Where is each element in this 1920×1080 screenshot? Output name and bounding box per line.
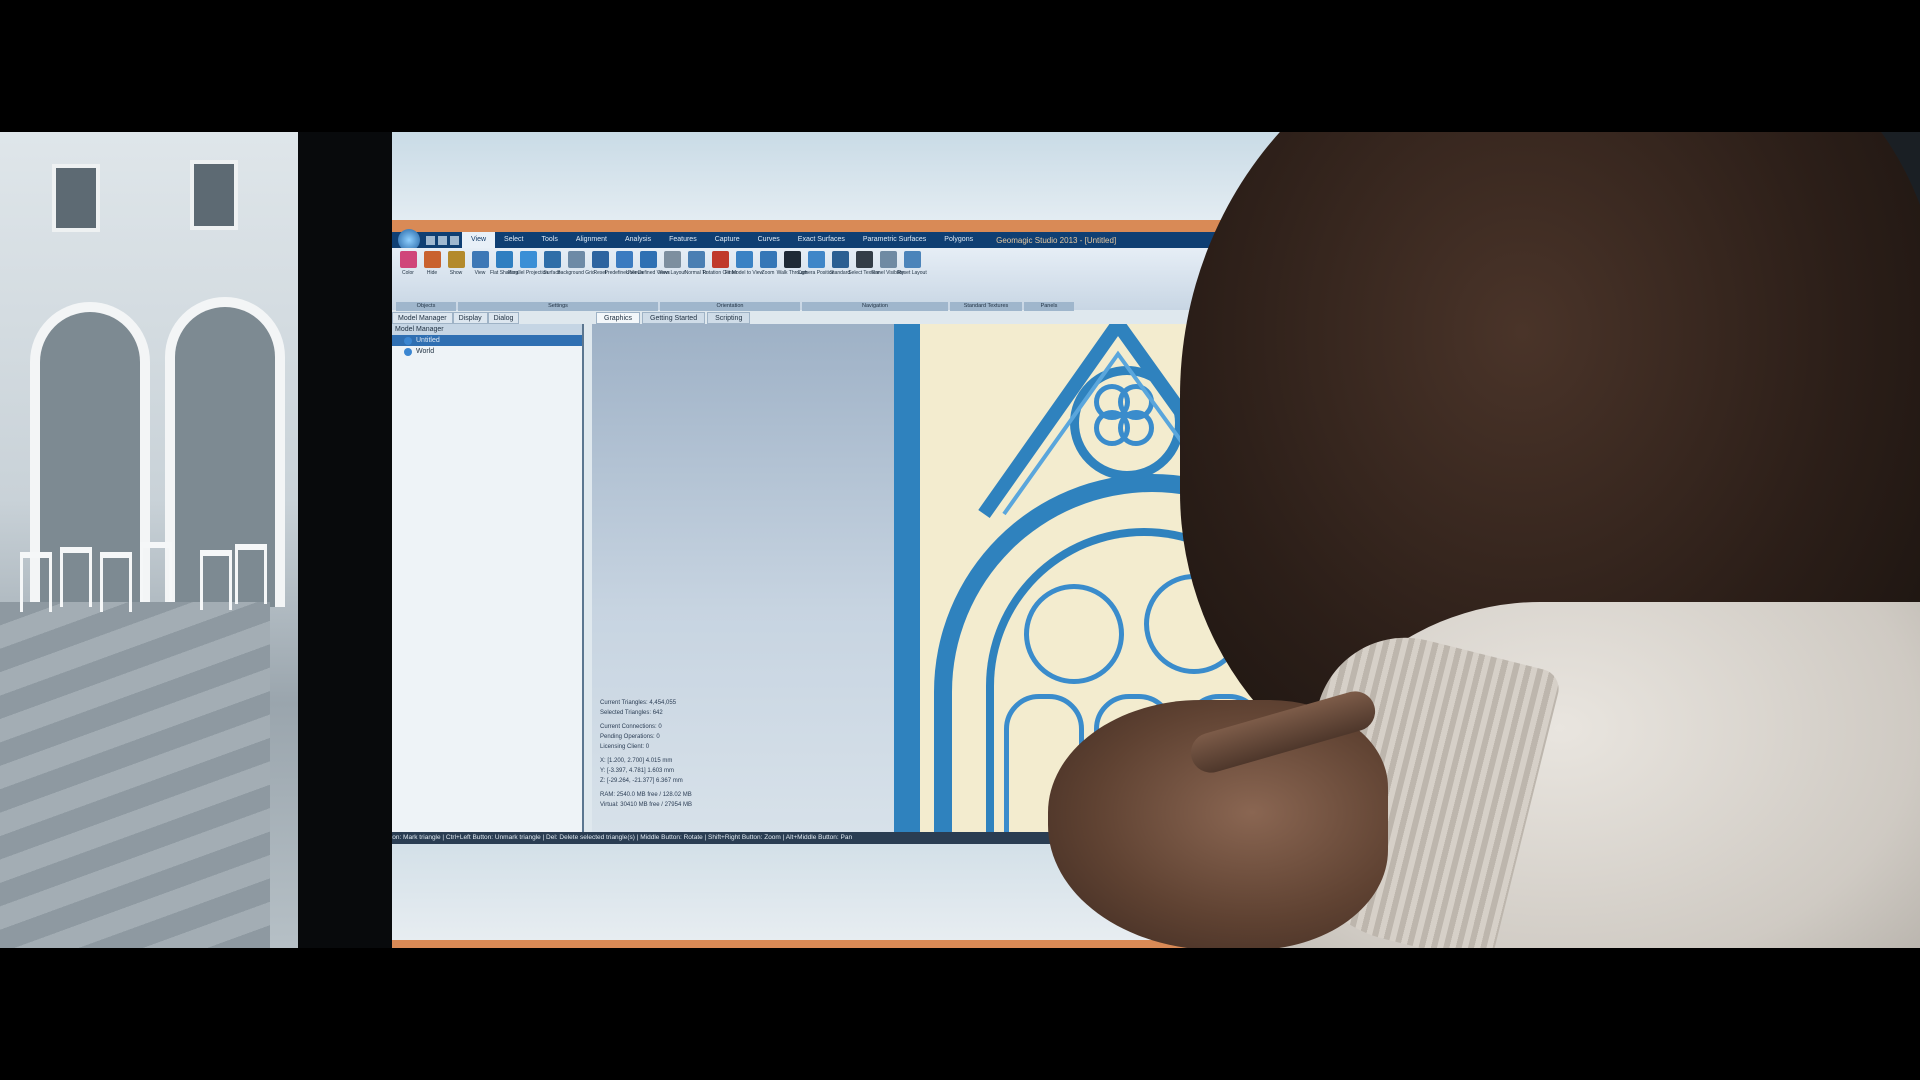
reset-icon — [591, 251, 609, 268]
ribbon-button-label: Show — [449, 270, 463, 276]
stat-x-range: X: [1.200, 2.700] 4.015 mm — [600, 758, 673, 764]
tab-exact-surfaces[interactable]: Exact Surfaces — [789, 232, 854, 248]
tab-getting-started[interactable]: Getting Started — [642, 312, 706, 324]
world-icon — [404, 347, 412, 356]
user-defined-views-icon — [639, 251, 657, 268]
window-title: Geomagic Studio 2013 - [Untitled] — [996, 235, 1117, 245]
model-manager-panel: Model Manager Untitled World — [392, 324, 584, 856]
surface-icon — [543, 251, 561, 268]
color-icon — [399, 251, 417, 268]
ribbon-button-label: Zoom — [761, 270, 775, 276]
panel-tab-bar: Model Manager Display Dialog — [392, 312, 582, 324]
facade-window — [190, 160, 238, 230]
tab-display[interactable]: Display — [452, 312, 488, 324]
parallel-projection-icon — [519, 251, 537, 268]
zoom-icon — [759, 251, 777, 268]
walk-through-icon — [783, 251, 801, 268]
ribbon-group-label: Standard Textures — [950, 302, 1022, 311]
panel-visibility-icon — [879, 251, 897, 268]
ribbon-group-label: Panels — [1024, 302, 1074, 311]
model-manager-title: Model Manager — [392, 324, 582, 335]
cafe-chair — [60, 547, 92, 607]
ribbon-button-label: Hide — [426, 270, 438, 276]
tab-capture[interactable]: Capture — [706, 232, 749, 248]
stat-z-range: Z: [-29.264, -21.377] 6.367 mm — [600, 778, 683, 784]
video-frame: View Select Tools Alignment Analysis Fea… — [0, 132, 1920, 948]
show-icon — [447, 251, 465, 268]
cobblestone-ground — [0, 602, 270, 948]
tab-dialog[interactable]: Dialog — [487, 312, 520, 324]
tree-item-label: Untitled — [416, 337, 440, 344]
document-tab-bar: Graphics Getting Started Scripting — [596, 312, 752, 324]
cafe-chair — [200, 550, 232, 610]
ribbon-button-label: View Layout — [658, 270, 686, 276]
tab-features[interactable]: Features — [660, 232, 706, 248]
ribbon-group-label: Settings — [458, 302, 658, 311]
ribbon-button-label: Color — [402, 270, 414, 276]
tree-item-untitled[interactable]: Untitled — [392, 335, 582, 346]
rotation-center-icon — [711, 251, 729, 268]
tree-item-label: World — [416, 348, 435, 355]
stat-licensing-client: Licensing Client: 0 — [600, 744, 650, 750]
cafe-chair — [20, 552, 52, 612]
reset-layout-icon — [903, 251, 921, 268]
tab-alignment[interactable]: Alignment — [567, 232, 616, 248]
tab-scripting[interactable]: Scripting — [707, 312, 751, 324]
tab-select[interactable]: Select — [495, 232, 532, 248]
hide-icon — [423, 251, 441, 268]
stat-ram: RAM: 2540.0 MB free / 128.02 MB — [600, 792, 692, 798]
stat-virtual: Virtual: 30410 MB free / 27954 MB — [600, 802, 692, 808]
stat-selected-triangles: Selected Triangles: 642 — [600, 710, 663, 716]
tab-model-manager[interactable]: Model Manager — [392, 312, 453, 324]
tab-parametric-surfaces[interactable]: Parametric Surfaces — [854, 232, 935, 248]
ribbon-group-label: Navigation — [802, 302, 948, 311]
ribbon-button-label: Reset Layout — [897, 270, 927, 276]
ribbon-group-label: Orientation — [660, 302, 800, 311]
stat-y-range: Y: [-3.397, 4.781] 1.603 mm — [600, 768, 675, 774]
tab-polygons[interactable]: Polygons — [935, 232, 982, 248]
redo-icon[interactable] — [450, 235, 459, 245]
model-statistics: Current Triangles: 4,454,055 Selected Tr… — [600, 698, 740, 810]
cafe-chair — [100, 552, 132, 612]
normal-to-icon — [687, 251, 705, 268]
tab-view[interactable]: View — [462, 232, 496, 248]
predefined-views-icon — [615, 251, 633, 268]
cafe-chair — [140, 542, 172, 602]
standard-icon — [831, 251, 849, 268]
view-layout-icon — [663, 251, 681, 268]
select-texture-icon — [855, 251, 873, 268]
undo-icon[interactable] — [438, 235, 447, 245]
tree-item-world[interactable]: World — [392, 346, 582, 357]
facade-window — [52, 164, 100, 232]
left-monitor-photo — [0, 132, 298, 948]
ribbon-button-label: Standard — [829, 270, 851, 276]
model-icon — [404, 336, 412, 345]
tab-analysis[interactable]: Analysis — [616, 232, 660, 248]
view-icon — [471, 251, 489, 268]
tab-graphics[interactable]: Graphics — [596, 312, 641, 324]
camera-position-icon — [807, 251, 825, 268]
ribbon-group-label: Objects — [396, 302, 456, 311]
ribbon-button-label: View — [474, 270, 486, 276]
fit-model-to-view-icon — [735, 251, 753, 268]
tab-tools[interactable]: Tools — [533, 232, 567, 248]
stat-current-triangles: Current Triangles: 4,454,055 — [600, 700, 677, 706]
cafe-chair — [235, 544, 267, 604]
save-icon[interactable] — [426, 235, 435, 245]
stat-pending-operations: Pending Operations: 0 — [600, 734, 660, 740]
background-grid-icon — [567, 251, 585, 268]
stat-current-connections: Current Connections: 0 — [600, 724, 662, 730]
model-tracery-lobe — [1024, 584, 1124, 684]
flat-shading-icon — [495, 251, 513, 268]
tab-curves[interactable]: Curves — [749, 232, 789, 248]
